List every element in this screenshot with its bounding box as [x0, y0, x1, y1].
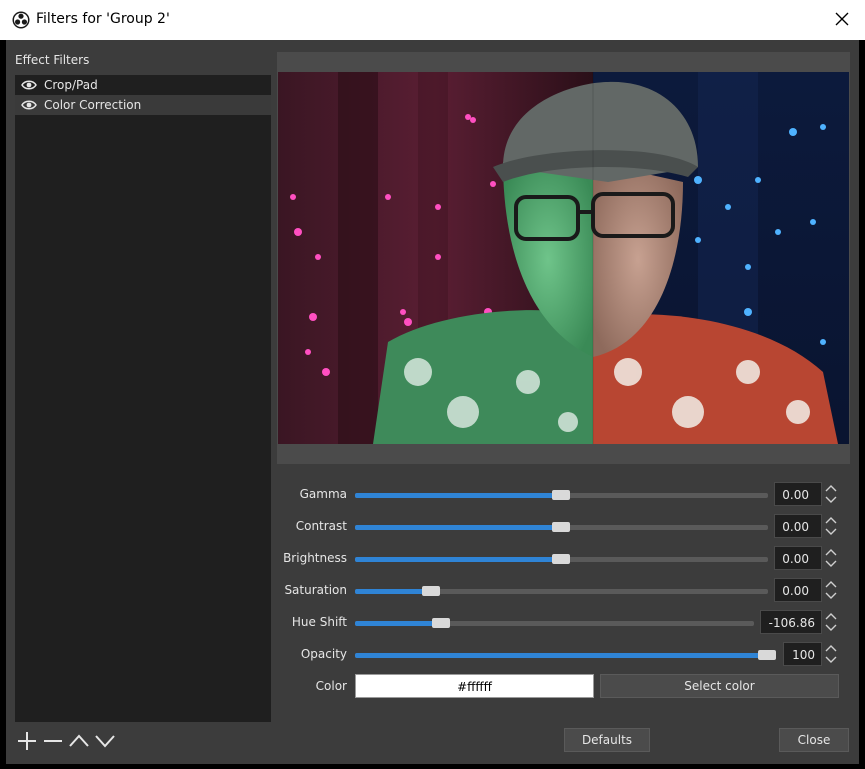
- hue-shift-label: Hue Shift: [291, 615, 347, 629]
- window-title: Filters for 'Group 2': [36, 11, 170, 27]
- spin-up-icon: [825, 549, 837, 556]
- spin-down-icon: [825, 560, 837, 567]
- gamma-spin-arrows[interactable]: [823, 482, 839, 506]
- saturation-value: 0.00: [782, 584, 809, 598]
- gamma-slider[interactable]: [355, 490, 768, 500]
- hue-shift-slider[interactable]: [355, 618, 754, 628]
- preview-image: [278, 72, 849, 444]
- brightness-spinbox[interactable]: 0.00: [774, 546, 822, 570]
- filter-item-color-correction[interactable]: Color Correction: [15, 95, 271, 115]
- gamma-value: 0.00: [782, 488, 809, 502]
- spin-down-icon: [825, 528, 837, 535]
- brightness-row: Brightness 0.00: [277, 546, 850, 570]
- gamma-label: Gamma: [299, 487, 347, 501]
- contrast-slider-handle[interactable]: [552, 522, 570, 532]
- contrast-spin-arrows[interactable]: [823, 514, 839, 538]
- contrast-label: Contrast: [295, 519, 347, 533]
- select-color-button[interactable]: Select color: [600, 674, 839, 698]
- spin-up-icon: [825, 517, 837, 524]
- spin-up-icon: [825, 485, 837, 492]
- contrast-slider[interactable]: [355, 522, 768, 532]
- hue-shift-slider-fill: [355, 621, 441, 626]
- opacity-spin-arrows[interactable]: [823, 642, 839, 666]
- spin-down-icon: [825, 624, 837, 631]
- brightness-slider[interactable]: [355, 554, 768, 564]
- spin-down-icon: [825, 656, 837, 663]
- opacity-slider-fill: [355, 653, 775, 658]
- obs-logo-icon: [12, 11, 30, 29]
- dialog-body: Effect Filters Crop/Pad Color Correction: [6, 40, 859, 764]
- contrast-slider-fill: [355, 525, 561, 530]
- saturation-row: Saturation 0.00: [277, 578, 850, 602]
- add-icon[interactable]: [15, 730, 39, 752]
- opacity-value: 100: [792, 648, 815, 662]
- move-up-icon[interactable]: [67, 730, 91, 752]
- hue-shift-slider-handle[interactable]: [432, 618, 450, 628]
- spin-up-icon: [825, 613, 837, 620]
- title-bar: Filters for 'Group 2': [0, 0, 865, 40]
- spin-down-icon: [825, 496, 837, 503]
- saturation-spin-arrows[interactable]: [823, 578, 839, 602]
- hue-shift-value: -106.86: [768, 616, 815, 630]
- saturation-slider[interactable]: [355, 586, 768, 596]
- brightness-slider-handle[interactable]: [552, 554, 570, 564]
- gamma-spinbox[interactable]: 0.00: [774, 482, 822, 506]
- opacity-label: Opacity: [300, 647, 347, 661]
- gamma-row: Gamma 0.00: [277, 482, 850, 506]
- color-value: #ffffff: [457, 680, 492, 694]
- filters-dialog: Filters for 'Group 2' Effect Filters Cro…: [0, 0, 865, 769]
- opacity-spinbox[interactable]: 100: [783, 642, 822, 666]
- brightness-slider-fill: [355, 557, 561, 562]
- eye-icon[interactable]: [21, 99, 37, 111]
- saturation-slider-handle[interactable]: [422, 586, 440, 596]
- close-icon[interactable]: [833, 10, 851, 28]
- filter-item-label: Crop/Pad: [44, 78, 98, 92]
- gamma-slider-fill: [355, 493, 561, 498]
- move-down-icon[interactable]: [93, 730, 117, 752]
- opacity-row: Opacity 100: [277, 642, 850, 666]
- brightness-label: Brightness: [283, 551, 347, 565]
- brightness-value: 0.00: [782, 552, 809, 566]
- hue-shift-spin-arrows[interactable]: [823, 610, 839, 634]
- defaults-button[interactable]: Defaults: [564, 728, 650, 752]
- contrast-row: Contrast 0.00: [277, 514, 850, 538]
- gamma-slider-handle[interactable]: [552, 490, 570, 500]
- opacity-slider-handle[interactable]: [758, 650, 776, 660]
- preview-frame: [277, 52, 850, 464]
- effect-filters-label: Effect Filters: [15, 53, 90, 67]
- saturation-spinbox[interactable]: 0.00: [774, 578, 822, 602]
- spin-up-icon: [825, 581, 837, 588]
- filter-item-label: Color Correction: [44, 98, 142, 112]
- color-label: Color: [315, 679, 347, 693]
- saturation-label: Saturation: [284, 583, 347, 597]
- eye-icon[interactable]: [21, 79, 37, 91]
- brightness-spin-arrows[interactable]: [823, 546, 839, 570]
- color-swatch: #ffffff: [355, 674, 594, 698]
- opacity-slider[interactable]: [355, 650, 776, 660]
- spin-up-icon: [825, 645, 837, 652]
- close-button[interactable]: Close: [779, 728, 849, 752]
- properties-panel: Gamma 0.00 Contrast 0.00 Brightness 0.00…: [277, 470, 850, 710]
- saturation-slider-fill: [355, 589, 429, 594]
- color-row: Color #ffffff Select color: [277, 674, 850, 698]
- filter-item-crop-pad[interactable]: Crop/Pad: [15, 75, 271, 95]
- hue-shift-spinbox[interactable]: -106.86: [760, 610, 822, 634]
- spin-down-icon: [825, 592, 837, 599]
- contrast-value: 0.00: [782, 520, 809, 534]
- filter-list[interactable]: Crop/Pad Color Correction: [15, 75, 271, 722]
- contrast-spinbox[interactable]: 0.00: [774, 514, 822, 538]
- hue-shift-row: Hue Shift -106.86: [277, 610, 850, 634]
- remove-icon[interactable]: [41, 730, 65, 752]
